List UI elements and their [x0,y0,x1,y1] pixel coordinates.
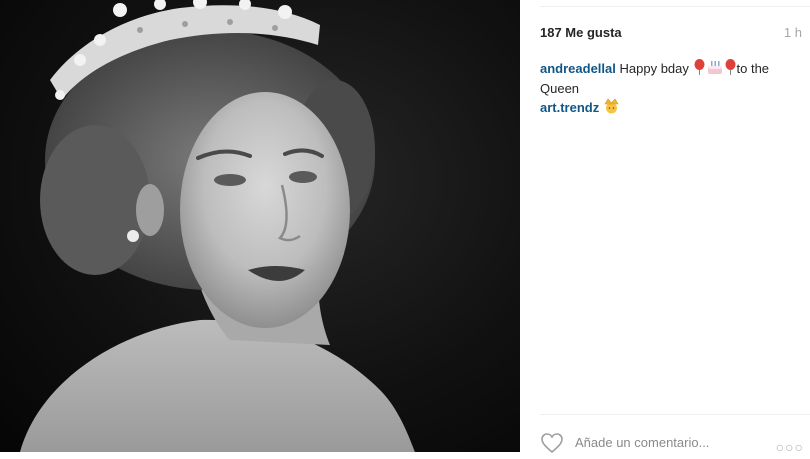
comment-username[interactable]: andreadellal [540,61,616,76]
like-count[interactable]: 187 Me gusta [540,25,622,40]
heart-icon[interactable] [540,432,564,454]
comment-item: art.trendz [540,98,802,119]
queen-portrait-illustration [20,0,415,452]
comment-username[interactable]: art.trendz [540,100,599,115]
post-timestamp[interactable]: 1 h [784,25,802,40]
comment-input[interactable] [575,432,775,452]
bottom-divider [540,414,810,415]
post-details-panel: 187 Me gusta 1 h andreadellal Happy bday… [520,0,810,455]
balloon-emoji-icon [693,59,706,80]
birthday-cake-emoji-icon [706,59,724,80]
more-options-icon[interactable]: ○○○ [776,439,804,455]
comment-item: andreadellal Happy bday to the Queen [540,59,802,98]
balloon-emoji-icon [724,59,737,80]
top-divider [540,6,810,7]
post-photo[interactable] [0,0,520,452]
comment-text: Happy bday [619,61,693,76]
crown-face-emoji-icon [603,98,620,119]
